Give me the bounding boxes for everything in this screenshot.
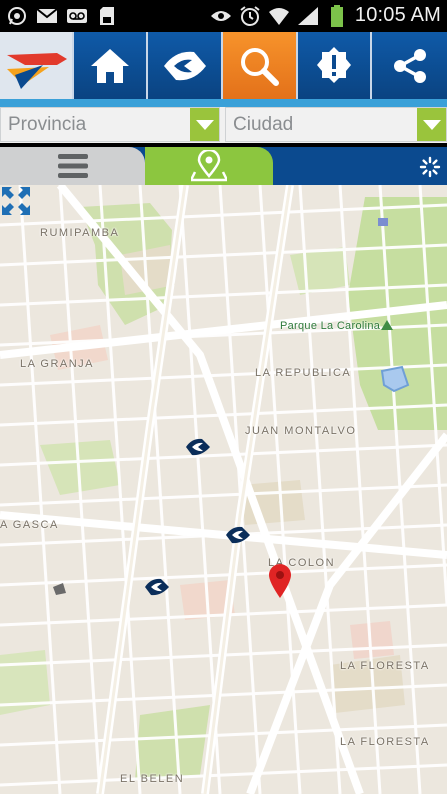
provincia-select-label: Provincia (8, 114, 87, 135)
chevron-down-icon (417, 108, 446, 141)
alarm-icon (239, 5, 261, 27)
map-label-el-belen: EL BELEN (120, 773, 185, 785)
search-button[interactable] (223, 32, 298, 99)
search-icon (241, 47, 280, 86)
alert-button[interactable] (297, 32, 373, 99)
wifi-icon (268, 5, 290, 27)
app-logo-icon (6, 52, 67, 89)
ciudad-select[interactable]: Ciudad (225, 107, 447, 142)
app-logo-button[interactable] (0, 32, 74, 99)
bank-logo-icon (163, 51, 206, 80)
bank-button[interactable] (148, 32, 224, 99)
home-icon (91, 48, 129, 83)
eye-icon (210, 5, 232, 27)
home-button[interactable] (73, 32, 149, 99)
map-label-la-granja: LA GRANJA (20, 358, 95, 370)
share-button[interactable] (372, 32, 447, 99)
map-label-la-floresta: LA FLORESTA (340, 660, 430, 672)
map-tiles (0, 185, 447, 794)
whatsapp-icon (6, 5, 28, 27)
status-bar: 10:05 AM (0, 0, 447, 32)
ciudad-select-label: Ciudad (233, 114, 294, 135)
alert-icon (317, 46, 352, 83)
tab-map-view[interactable] (145, 147, 273, 185)
bank-branch-marker[interactable] (184, 437, 212, 457)
clock: 10:05 AM (354, 4, 441, 26)
bank-branch-marker[interactable] (143, 577, 171, 597)
list-icon (57, 154, 88, 178)
provincia-select[interactable]: Provincia (0, 107, 220, 142)
signal-icon (297, 5, 319, 27)
spinner-icon[interactable] (419, 156, 441, 178)
tree-icon (381, 320, 393, 330)
map-label-la-gasca: A GASCA (0, 519, 59, 531)
toolbar-divider-band (0, 99, 447, 107)
share-icon (393, 48, 426, 83)
map-label-juan-montalvo: JUAN MONTALVO (245, 425, 357, 437)
filter-row: Provincia Ciudad (0, 107, 447, 143)
tab-list-view[interactable] (0, 147, 145, 185)
chevron-down-icon (190, 108, 219, 141)
gmail-icon (36, 5, 58, 27)
map-label-la-floresta-2: LA FLORESTA (340, 736, 430, 748)
map-pin-icon (191, 150, 227, 182)
bank-branch-marker[interactable] (224, 525, 252, 545)
view-tabs (0, 147, 447, 185)
map-view[interactable]: RUMIPAMBA Parque La Carolina LA GRANJA L… (0, 185, 447, 794)
location-pin-icon[interactable] (268, 564, 292, 598)
voicemail-icon (66, 5, 88, 27)
sd-card-icon (96, 5, 118, 27)
fullscreen-icon[interactable] (0, 185, 32, 217)
main-toolbar (0, 32, 447, 99)
map-label-la-republica: LA REPUBLICA (255, 367, 352, 379)
battery-icon (326, 4, 348, 27)
map-label-rumipamba: RUMIPAMBA (40, 227, 120, 239)
map-label-parque-la-carolina: Parque La Carolina (280, 320, 381, 332)
